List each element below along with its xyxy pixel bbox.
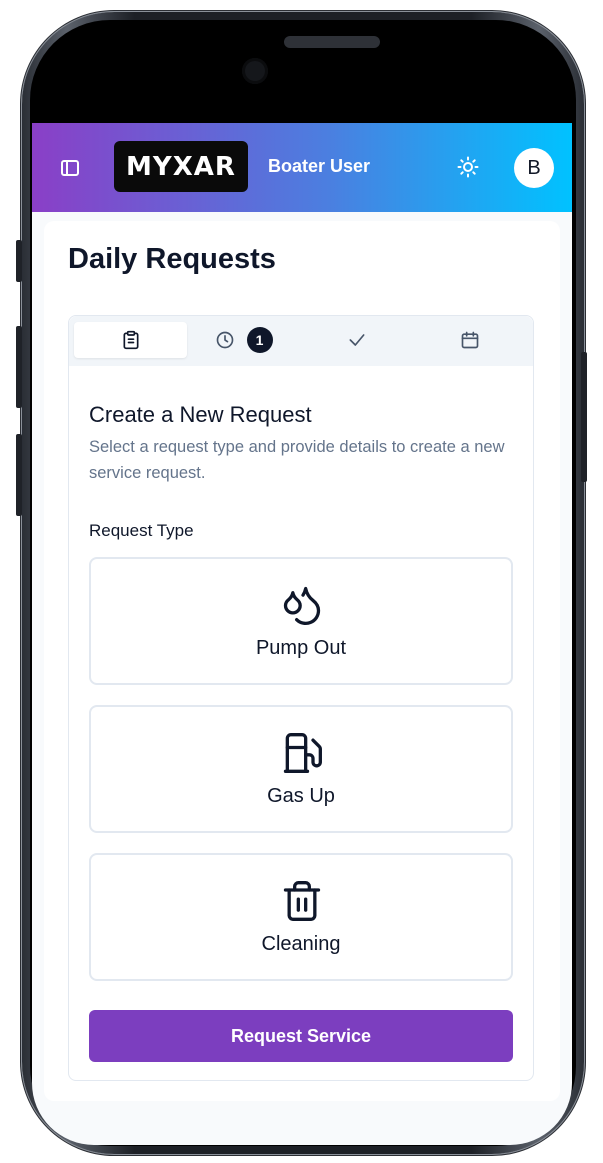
pending-count-badge: 1 [246,327,273,353]
app-header: MYXAR Boater User B [32,123,572,212]
logo-text: MYXAR [126,151,236,182]
tab-pending[interactable]: 1 [187,322,300,358]
calendar-icon [461,331,478,349]
option-label: Gas Up [267,785,335,807]
option-pump-out[interactable]: Pump Out [89,557,513,685]
user-name: Boater User [268,156,371,176]
clipboard-icon [123,330,138,350]
clock-icon [216,331,233,349]
option-gas-up[interactable]: Gas Up [89,705,513,833]
fuel-pump-icon [283,733,322,773]
option-cleaning[interactable]: Cleaning [89,853,513,981]
form-description: Select a request type and provide detail… [89,438,505,482]
request-card: 1 Create a New Request Select a request … [68,315,534,1081]
phone-action-button [16,240,22,282]
sun-icon[interactable] [456,155,480,179]
app-screen: MYXAR Boater User B Daily Requests 1 Cre… [32,123,572,1145]
option-label: Pump Out [255,637,347,659]
phone-power-button [581,352,587,482]
option-label: Cleaning [261,933,341,955]
main-content: Daily Requests 1 Create a New Request Se… [44,221,560,1101]
phone-speaker [284,36,380,48]
panel-left-icon[interactable] [58,156,82,180]
tab-completed[interactable] [300,322,413,358]
request-service-button[interactable]: Request Service [89,1010,513,1062]
front-camera [242,58,268,84]
avatar-initial: B [527,156,541,179]
phone-volume-down-button [16,434,22,516]
page-title: Daily Requests [68,243,276,275]
form-title: Create a New Request [89,402,312,427]
trash-icon [283,881,321,921]
tab-list: 1 [69,316,533,366]
phone-volume-up-button [16,326,22,408]
avatar[interactable]: B [514,148,554,188]
tab-scheduled[interactable] [413,322,526,358]
droplets-icon [283,586,321,626]
app-logo[interactable]: MYXAR [114,141,248,192]
request-type-label: Request Type [89,521,194,540]
tab-new-request[interactable] [74,322,187,358]
check-icon [349,334,364,346]
